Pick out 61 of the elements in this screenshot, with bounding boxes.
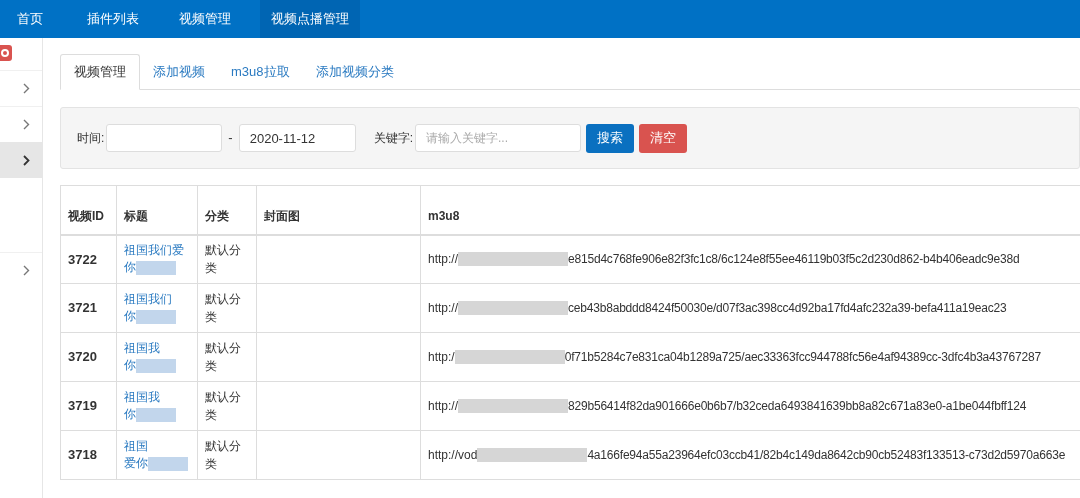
title-link[interactable]: 祖国我们爱 <box>124 242 190 260</box>
url-text: http:/ <box>428 349 455 366</box>
end-date-field[interactable]: 2020-11-12 <box>238 124 356 152</box>
sidebar-item[interactable] <box>0 142 42 178</box>
time-label: 时间: <box>77 130 105 147</box>
blurred-block <box>136 309 176 324</box>
url-text: 0f71b5284c7e831ca04b1289a725/aec33363fcc944788fc56e4af94389cc-3dfc4b3a43767287 <box>564 349 1041 366</box>
video-id-cell: 3722 <box>60 234 117 284</box>
url-text: http:// <box>428 251 459 269</box>
blurred-block <box>148 456 188 471</box>
title-link[interactable]: 祖国我 <box>124 389 190 406</box>
blurred-block <box>136 358 176 373</box>
clear-button[interactable]: 清空 <box>639 123 688 153</box>
column-header: 视频ID <box>60 185 117 235</box>
keyword-label: 关键字: <box>373 130 414 147</box>
blurred-block <box>136 407 176 422</box>
video-id-cell: 3718 <box>60 430 117 480</box>
keyword-field[interactable]: 请输入关键字... <box>415 124 582 152</box>
column-header: m3u8 <box>420 185 1080 235</box>
search-button[interactable]: 搜索 <box>586 123 635 153</box>
date-separator: - <box>228 129 233 148</box>
nav-item[interactable]: 视频点播管理 <box>260 0 360 38</box>
category-cell: 默认分类 <box>197 430 257 480</box>
url-text: ceb43b8abddd8424f50030e/d07f3ac398cc4d92ba17fd4afc232a39-befa411a19eac23 <box>568 300 1007 317</box>
chevron-right-icon <box>23 83 30 94</box>
title-link[interactable]: 你 <box>124 259 136 277</box>
tab[interactable]: 添加视频 <box>140 54 218 90</box>
column-header: 分类 <box>197 185 257 235</box>
title-link[interactable]: 你 <box>124 357 136 374</box>
url-text: http:// <box>428 300 459 317</box>
url-text: 4a166fe94a55a23964efc03ccb41/82b4c149da8642cb90cb52483f133513-c73d2d5970a663e <box>587 447 1066 464</box>
tab[interactable]: m3u8拉取 <box>218 54 303 90</box>
nav-item[interactable]: 首页 <box>0 0 76 38</box>
url-text: e815d4c768fe906e82f3fc1c8/6c124e8f55ee46119b03f5c2d230d862-b4b406eadc9e38d <box>568 251 1020 269</box>
url-text: 829b56414f82da901666e0b6b7/b32ceda6493841639bb8a82c671a83e0-a1be044fbff124 <box>568 398 1027 415</box>
title-link[interactable]: 爱你 <box>124 455 148 472</box>
category-cell: 默认分类 <box>197 234 257 284</box>
category-cell: 默认分类 <box>197 332 257 382</box>
blurred-block <box>136 260 176 275</box>
title-link[interactable]: 你 <box>124 308 136 325</box>
url-text: http://vod <box>428 447 478 464</box>
tab[interactable]: 添加视频分类 <box>302 54 407 90</box>
nav-item[interactable]: 视频管理 <box>168 0 242 38</box>
video-id-cell: 3719 <box>60 381 117 431</box>
video-id-cell: 3720 <box>60 332 117 382</box>
video-id-cell: 3721 <box>60 283 117 333</box>
start-date-field[interactable] <box>106 124 223 152</box>
category-cell: 默认分类 <box>197 283 257 333</box>
url-text: http:// <box>428 398 459 415</box>
chevron-right-icon <box>23 119 30 130</box>
title-link[interactable]: 你 <box>124 406 136 423</box>
title-link[interactable]: 祖国我们 <box>124 291 190 308</box>
nav-item[interactable]: 插件列表 <box>76 0 150 38</box>
column-header: 封面图 <box>256 185 421 235</box>
chevron-right-icon <box>23 154 30 166</box>
column-header: 标题 <box>116 185 198 235</box>
title-link[interactable]: 祖国 <box>124 438 190 455</box>
tab[interactable]: 视频管理 <box>60 54 140 90</box>
category-cell: 默认分类 <box>197 381 257 431</box>
chevron-right-icon <box>23 265 30 276</box>
title-link[interactable]: 祖国我 <box>124 340 190 357</box>
